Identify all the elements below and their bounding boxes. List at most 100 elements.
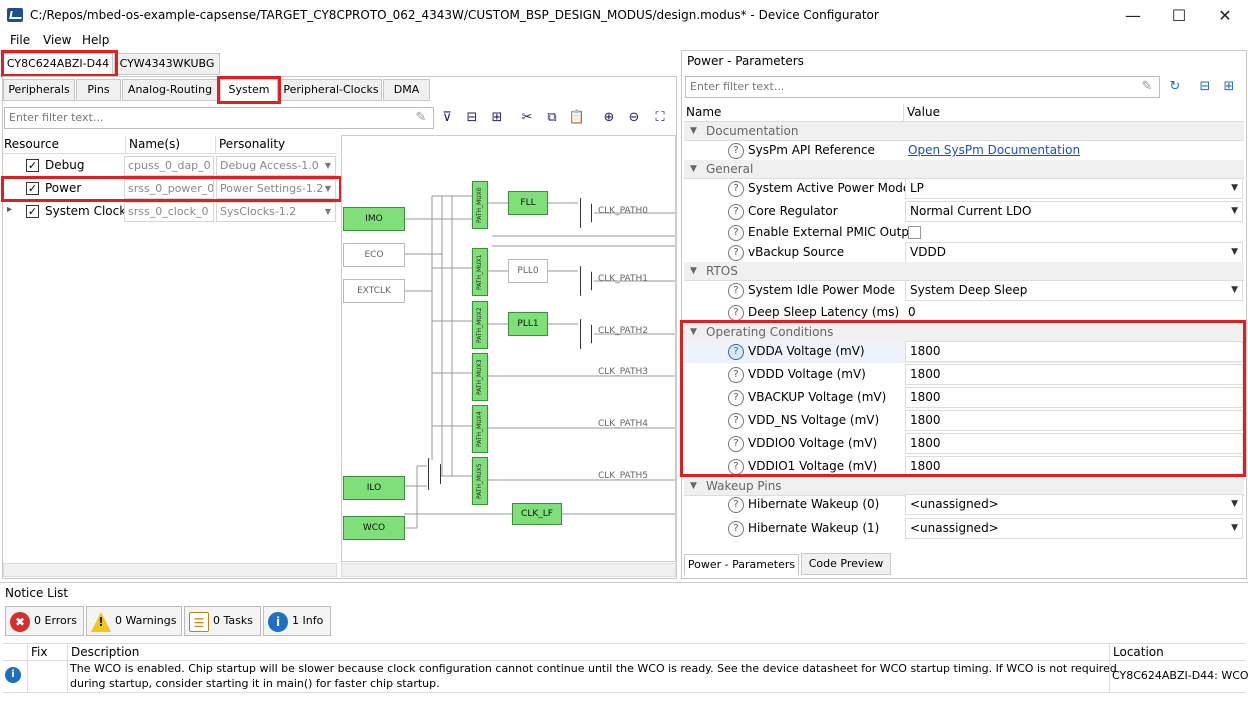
help-icon[interactable]: ? — [728, 305, 744, 321]
help-icon[interactable]: ? — [728, 367, 744, 383]
debug-checkbox[interactable]: ✓ — [26, 159, 39, 172]
help-icon[interactable]: ? — [728, 225, 744, 241]
tasks-filter-button[interactable]: ☰ 0 Tasks — [184, 606, 261, 636]
tab-device-cyw[interactable]: CYW4343WKUBG — [114, 53, 220, 75]
vddd-voltage-input[interactable]: 1800 — [905, 364, 1243, 385]
vdda-voltage-input[interactable]: 1800 — [905, 341, 1243, 362]
expand-all-icon[interactable]: ⊞ — [488, 109, 506, 127]
help-icon[interactable]: ? — [728, 245, 744, 261]
notice-row[interactable]: i The WCO is enabled. Chip startup will … — [3, 661, 1248, 693]
clear-filter-icon[interactable]: ✎ — [412, 109, 430, 127]
menu-file[interactable]: File — [10, 33, 30, 47]
resource-row-system-clocks[interactable]: ▸ ✓ System Clocks srss_0_clock_0 SysCloc… — [3, 201, 337, 223]
help-icon[interactable]: ? — [728, 497, 744, 513]
path-mux-2[interactable]: PATH_MUX2 — [472, 301, 488, 349]
warnings-filter-button[interactable]: ! 0 Warnings — [86, 606, 182, 636]
help-icon[interactable]: ? — [728, 204, 744, 220]
info-filter-button[interactable]: i 1 Info — [263, 606, 331, 636]
clear-params-filter-icon[interactable]: ✎ — [1138, 78, 1156, 96]
vddio0-voltage-input[interactable]: 1800 — [905, 433, 1243, 454]
tab-dma[interactable]: DMA — [383, 79, 430, 101]
vddio1-voltage-input[interactable]: 1800 — [905, 456, 1243, 477]
resource-row-power[interactable]: ✓ Power srss_0_power_0 Power Settings-1.… — [3, 178, 337, 200]
system-clocks-checkbox[interactable]: ✓ — [26, 205, 39, 218]
copy-icon[interactable]: ⧉ — [543, 109, 561, 127]
zoom-in-icon[interactable]: ⊕ — [600, 109, 618, 127]
tab-pins[interactable]: Pins — [76, 79, 121, 101]
help-icon[interactable]: ? — [728, 390, 744, 406]
expand-arrow-icon[interactable]: ▸ — [7, 204, 12, 215]
path-mux-1[interactable]: PATH_MUX1 — [472, 248, 488, 296]
tab-analog-routing[interactable]: Analog-Routing — [122, 79, 218, 101]
expand-all-params-icon[interactable]: ⊞ — [1220, 78, 1238, 96]
close-button[interactable]: ✕ — [1202, 0, 1248, 31]
clock-source-extclk[interactable]: EXTCLK — [343, 279, 405, 303]
zoom-out-icon[interactable]: ⊖ — [625, 109, 643, 127]
clock-source-eco[interactable]: ECO — [343, 243, 405, 267]
collapse-all-icon[interactable]: ⊟ — [463, 109, 481, 127]
clock-source-ilo[interactable]: ILO — [343, 476, 405, 500]
maximize-button[interactable]: ☐ — [1156, 0, 1202, 31]
vbackup-source-select[interactable]: VDDD ▼ — [905, 242, 1243, 263]
vbackup-voltage-input[interactable]: 1800 — [905, 387, 1243, 408]
clock-source-wco[interactable]: WCO — [343, 516, 405, 540]
menu-view[interactable]: View — [43, 33, 71, 47]
tab-code-preview[interactable]: Code Preview — [801, 553, 891, 575]
help-icon[interactable]: ? — [728, 436, 744, 452]
hibernate-wakeup-1-select[interactable]: <unassigned> ▼ — [905, 518, 1243, 539]
instance-name[interactable]: srss_0_clock_0 — [124, 202, 214, 222]
pmic-output-checkbox[interactable] — [908, 226, 921, 239]
help-icon[interactable]: ? — [728, 181, 744, 197]
resource-filter-input[interactable]: Enter filter text... — [4, 107, 434, 129]
category-operating-conditions[interactable]: ▼ Operating Conditions — [684, 323, 1244, 342]
paste-icon[interactable]: 📋 — [568, 109, 586, 127]
tab-peripheral-clocks[interactable]: Peripheral-Clocks — [280, 79, 382, 101]
category-general[interactable]: ▼ General — [684, 160, 1244, 179]
path-mux-0[interactable]: PATH_MUX0 — [472, 181, 488, 229]
idle-power-mode-select[interactable]: System Deep Sleep ▼ — [905, 280, 1243, 301]
resource-horizontal-scrollbar[interactable] — [3, 563, 337, 577]
collapse-all-params-icon[interactable]: ⊟ — [1196, 78, 1214, 96]
pll0-block[interactable]: PLL0 — [508, 259, 548, 283]
deep-sleep-latency-value[interactable]: 0 — [908, 305, 916, 319]
category-rtos[interactable]: ▼ RTOS — [684, 262, 1244, 281]
params-filter-input[interactable]: Enter filter text... — [685, 76, 1160, 98]
fit-view-icon[interactable]: ⛶ — [651, 109, 669, 127]
minimize-button[interactable]: — — [1110, 0, 1156, 31]
filter-icon[interactable]: ⊽ — [438, 109, 456, 127]
errors-filter-button[interactable]: ✖ 0 Errors — [5, 606, 84, 636]
cut-icon[interactable]: ✂ — [518, 109, 536, 127]
power-checkbox[interactable]: ✓ — [26, 182, 39, 195]
path-mux-5[interactable]: PATH_MUX5 — [472, 457, 488, 505]
path-mux-4[interactable]: PATH_MUX4 — [472, 405, 488, 453]
active-power-mode-select[interactable]: LP ▼ — [905, 178, 1243, 199]
tab-system[interactable]: System — [220, 79, 278, 101]
clock-source-imo[interactable]: IMO — [343, 207, 405, 231]
personality-select[interactable]: SysClocks-1.2 ▼ — [216, 202, 336, 222]
help-icon[interactable]: ? — [728, 283, 744, 299]
personality-select[interactable]: Debug Access-1.0 ▼ — [216, 156, 336, 176]
help-icon[interactable]: ? — [728, 459, 744, 475]
menu-help[interactable]: Help — [82, 33, 109, 47]
core-regulator-select[interactable]: Normal Current LDO ▼ — [905, 201, 1243, 222]
tab-peripherals[interactable]: Peripherals — [3, 79, 75, 101]
fll-block[interactable]: FLL — [508, 191, 548, 215]
resource-row-debug[interactable]: ✓ Debug cpuss_0_dap_0 Debug Access-1.0 ▼ — [3, 155, 337, 177]
open-syspm-doc-link[interactable]: Open SysPm Documentation — [908, 143, 1080, 157]
help-icon[interactable]: ? — [728, 413, 744, 429]
instance-name[interactable]: srss_0_power_0 — [124, 179, 214, 199]
instance-name[interactable]: cpuss_0_dap_0 — [124, 156, 214, 176]
pll1-block[interactable]: PLL1 — [508, 312, 548, 336]
path-mux-3[interactable]: PATH_MUX3 — [472, 353, 488, 401]
category-documentation[interactable]: ▼ Documentation — [684, 122, 1244, 141]
tab-power-parameters[interactable]: Power - Parameters — [684, 554, 799, 576]
tab-device-cy8c[interactable]: CY8C624ABZI-D44 — [3, 53, 113, 75]
hibernate-wakeup-0-select[interactable]: <unassigned> ▼ — [905, 494, 1243, 515]
diagram-horizontal-scrollbar[interactable] — [341, 563, 676, 577]
refresh-icon[interactable]: ↻ — [1166, 78, 1184, 96]
personality-select[interactable]: Power Settings-1.2 ▼ — [216, 179, 336, 199]
clk-lf-block[interactable]: CLK_LF — [512, 503, 562, 525]
vdd-ns-voltage-input[interactable]: 1800 — [905, 410, 1243, 431]
help-icon[interactable]: ? — [728, 344, 744, 360]
help-icon[interactable]: ? — [728, 143, 744, 159]
